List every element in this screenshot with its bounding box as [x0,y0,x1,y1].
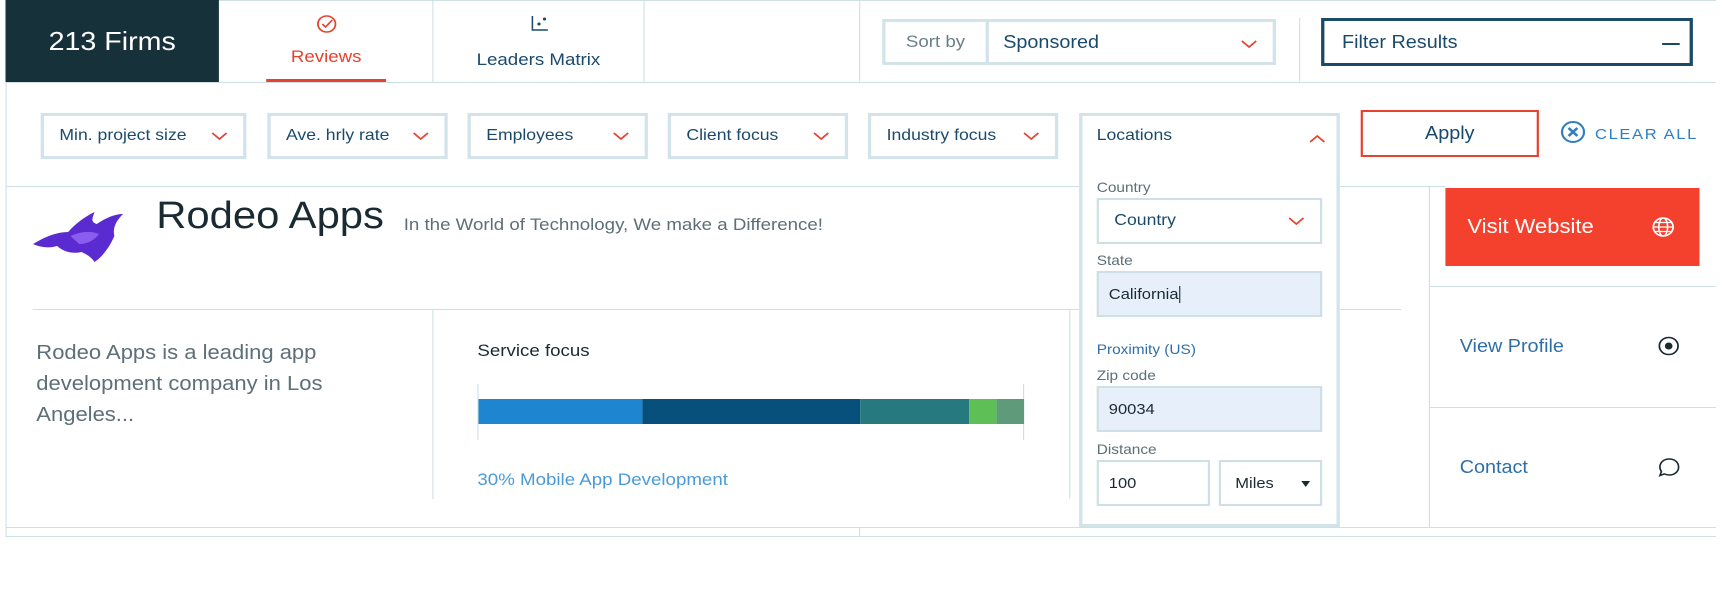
listing-column-divider [432,309,434,499]
check-circle-icon [315,14,337,39]
chevron-down-icon [813,129,830,148]
clear-all-label: CLEAR ALL [1595,125,1698,143]
visit-website-button[interactable]: Visit Website [1445,188,1700,266]
chevron-down-icon [211,129,228,148]
company-description: Rodeo Apps is a leading app development … [36,342,323,426]
filter-industry-focus[interactable]: Industry focus [867,113,1059,159]
company-logo[interactable] [31,206,126,271]
filter-label: Employees [486,127,574,144]
chevron-down-icon [613,129,630,148]
globe-icon [1651,216,1675,244]
state-input-value: California [1108,285,1179,303]
filter-row-bottom-border [5,186,1082,187]
distance-input[interactable]: 100 [1096,460,1210,506]
header-divider [859,0,861,82]
service-focus-segment [642,399,861,424]
proximity-label: Proximity (US) [1096,341,1196,357]
firm-count: 213 Firms [5,0,219,82]
filter-ave-hrly-rate[interactable]: Ave. hrly rate [267,113,448,159]
state-input[interactable]: California [1096,271,1323,317]
country-label: Country [1096,179,1151,195]
filter-results-label: Filter Results [1342,31,1458,52]
sort-by-value-text: Sponsored [1003,31,1099,52]
listing-divider [33,309,1082,310]
clear-circle-icon [1560,120,1586,148]
state-label: State [1096,252,1133,268]
filter-results-toggle[interactable]: Filter Results [1321,18,1693,66]
chat-bubble-icon [1658,457,1681,483]
visit-website-label: Visit Website [1467,215,1594,238]
service-focus-legend: 30% Mobile App Development [477,470,728,489]
filter-label: Min. project size [59,127,187,144]
country-select[interactable]: Country [1096,198,1323,244]
header-bottom-border [5,82,1716,83]
view-profile-link[interactable]: View Profile [1460,336,1564,357]
sort-by-select[interactable]: Sort by Sponsored [882,19,1276,65]
country-select-value: Country [1114,212,1176,229]
chevron-up-icon[interactable] [1309,132,1326,151]
distance-label: Distance [1096,441,1157,457]
service-focus-segment [860,399,970,424]
actions-divider [1428,407,1716,408]
actions-column-divider [1428,186,1430,527]
listing-column-divider [1069,309,1071,499]
profile-target-icon [1658,336,1680,361]
company-tagline: In the World of Technology, We make a Di… [403,215,823,234]
filter-client-focus[interactable]: Client focus [667,113,849,159]
distance-unit-select[interactable]: Miles [1218,460,1323,506]
chevron-down-icon [1288,214,1305,233]
listing-divider [1339,309,1402,310]
locations-dropdown[interactable]: Locations Country Country State Californ… [1079,113,1340,527]
tab-leaders-matrix-label: Leaders Matrix [476,50,601,69]
filter-label: Client focus [686,127,779,144]
distance-unit-value: Miles [1235,474,1274,492]
next-row-divider [859,527,861,537]
chevron-down-icon [1023,129,1040,148]
listing-bottom-border [5,527,1716,528]
filter-employees[interactable]: Employees [467,113,648,159]
actions-divider [1428,286,1716,287]
filter-min-project-size[interactable]: Min. project size [40,113,247,159]
service-focus-bar [478,399,1025,424]
filter-label: Ave. hrly rate [286,127,390,144]
company-name[interactable]: Rodeo Apps [156,195,384,238]
locations-title[interactable]: Locations [1097,127,1172,145]
contact-link[interactable]: Contact [1460,457,1528,478]
tab-leaders-matrix[interactable]: Leaders Matrix [432,0,645,82]
service-focus-title: Service focus [477,341,590,360]
chevron-down-icon [413,129,430,148]
header-divider [1299,18,1301,82]
caret-down-icon [1300,476,1311,493]
matrix-icon [527,14,549,39]
apply-button[interactable]: Apply [1360,110,1539,157]
filter-label: Industry focus [886,127,997,144]
tab-reviews[interactable]: Reviews [266,0,387,82]
service-focus-segment [969,399,997,424]
collapse-icon [1662,43,1680,45]
text-cursor [1179,285,1181,303]
zip-code-label: Zip code [1096,367,1156,383]
sort-by-value[interactable]: Sponsored [989,22,1273,62]
zip-code-input[interactable]: 90034 [1096,386,1323,432]
chevron-down-icon [1241,35,1258,56]
service-focus-segment [478,399,643,424]
sort-by-label: Sort by [886,22,989,62]
tab-reviews-label: Reviews [290,47,362,66]
clear-all-button[interactable]: CLEAR ALL [1560,121,1698,147]
service-focus-segment [996,399,1025,424]
